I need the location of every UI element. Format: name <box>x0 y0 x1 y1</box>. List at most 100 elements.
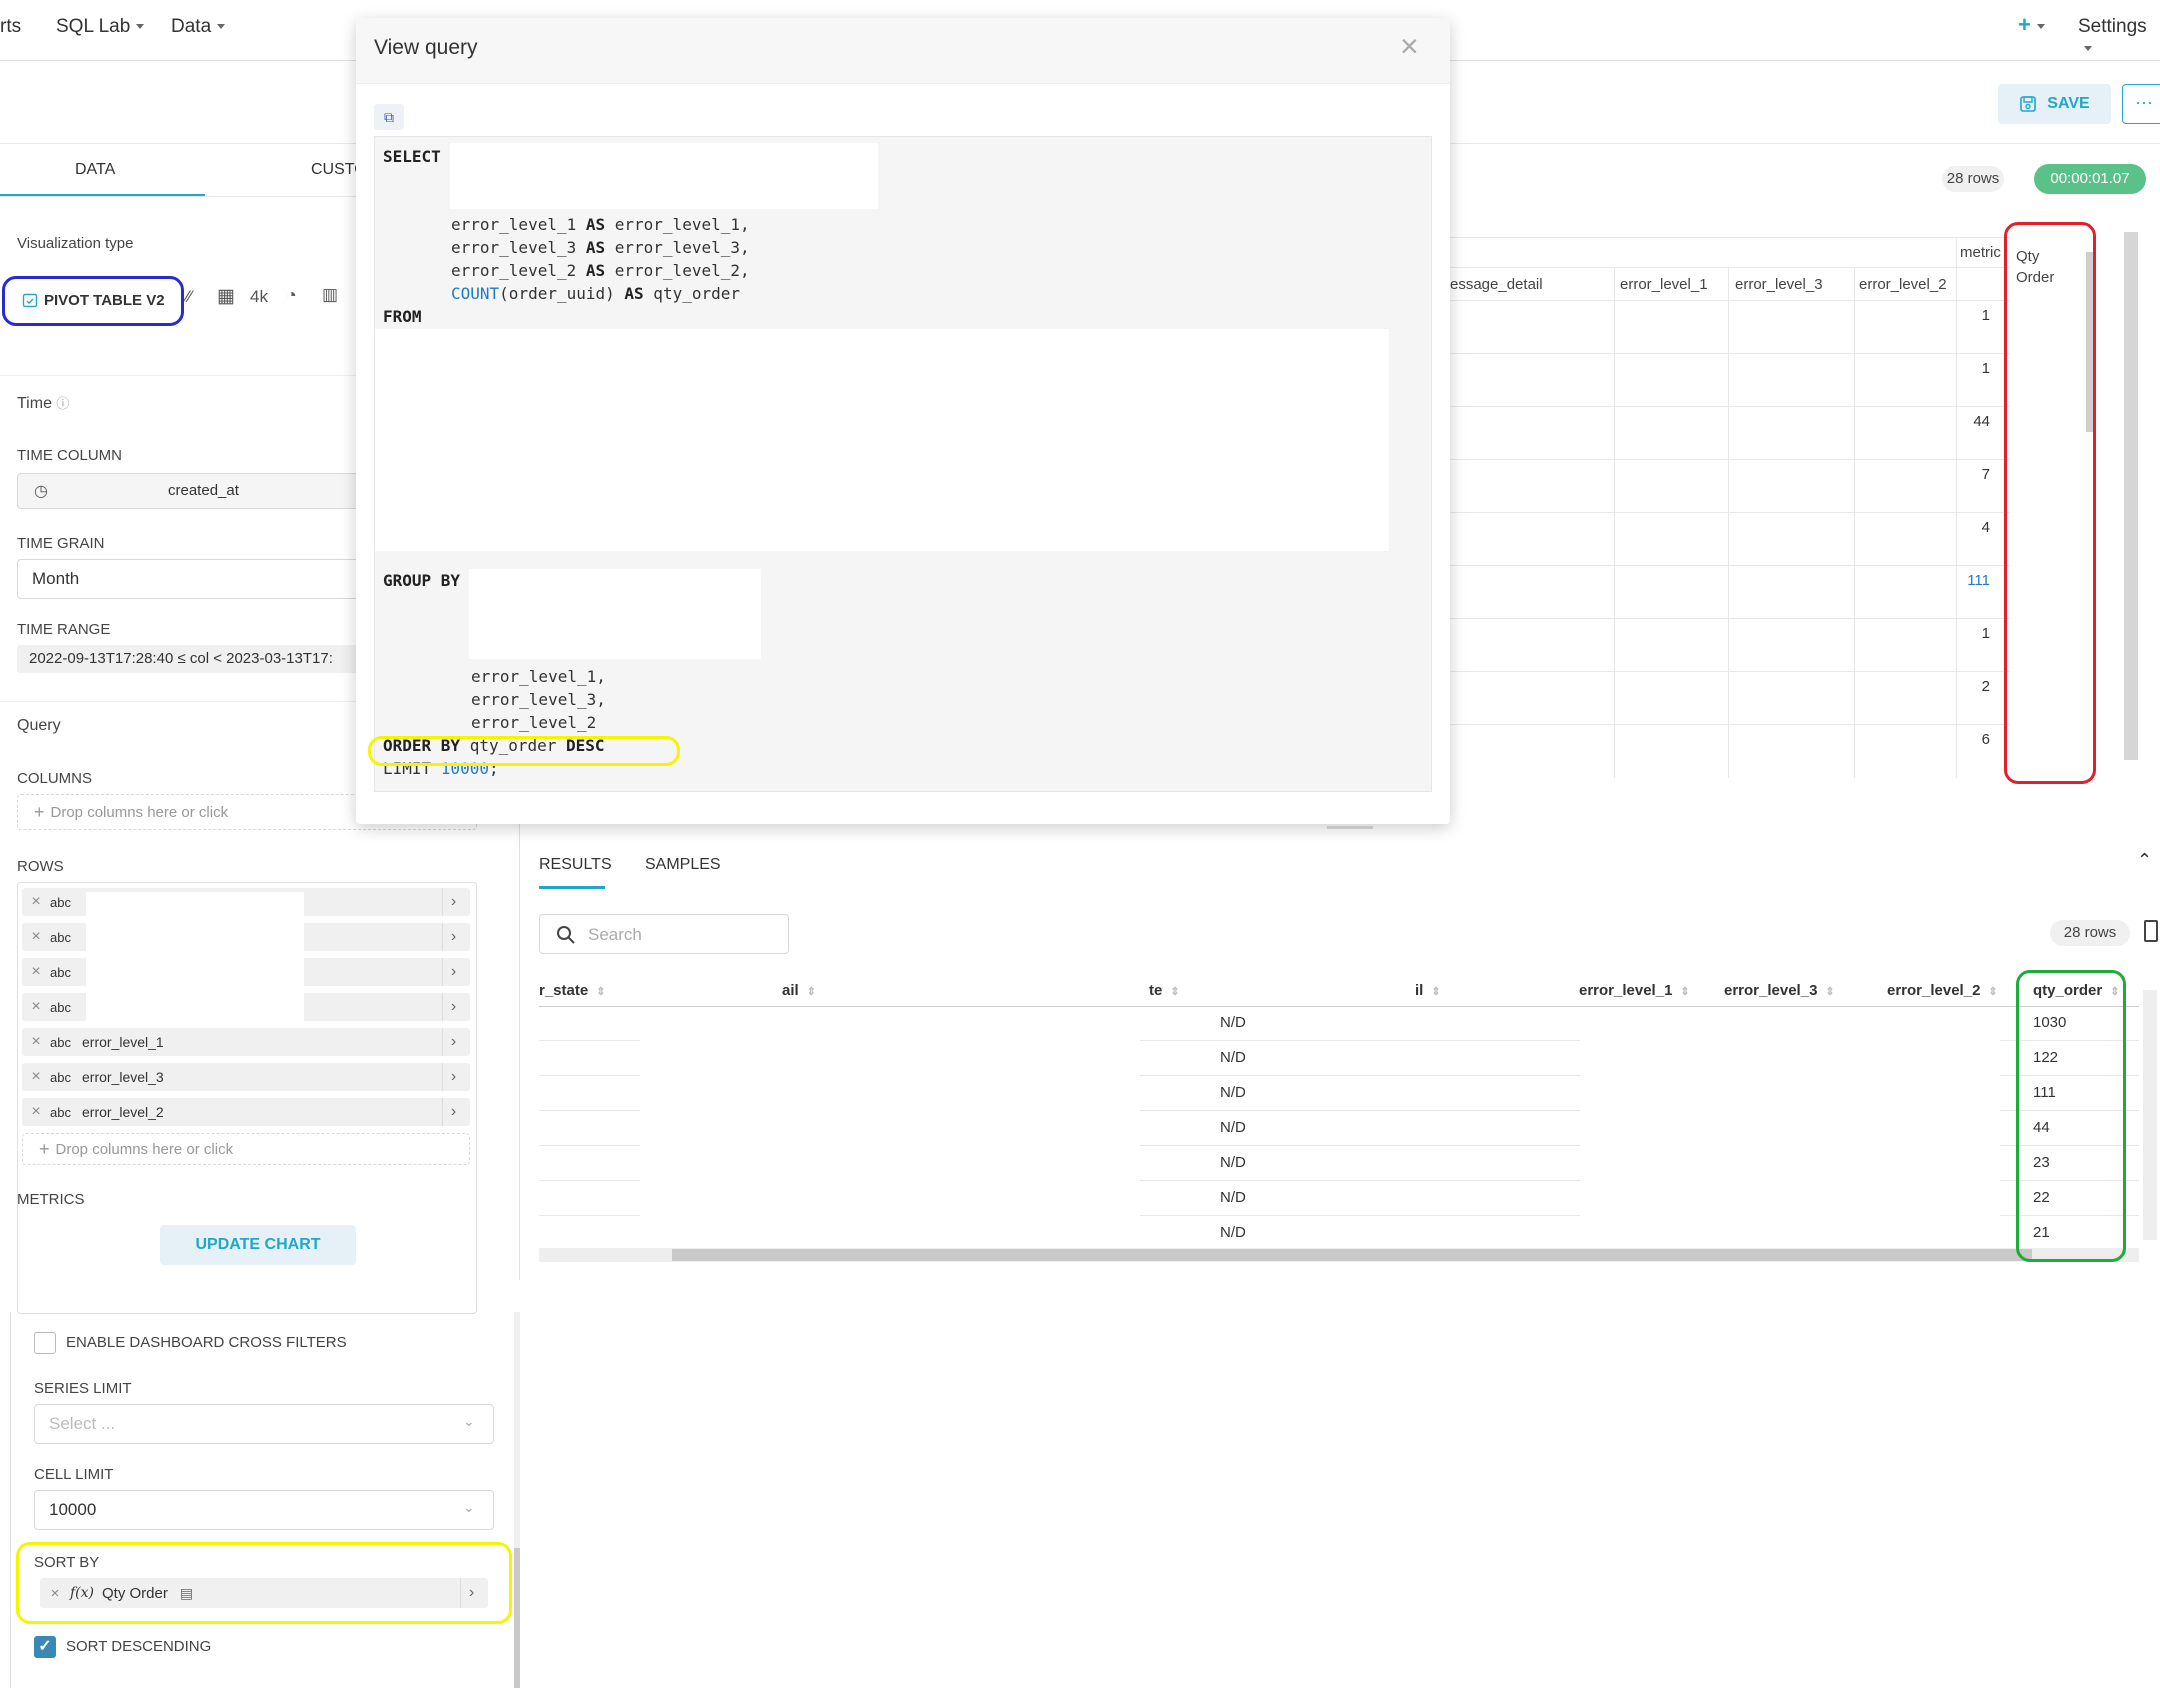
redaction-mask <box>469 569 761 659</box>
results-rows-badge: 28 rows <box>2050 920 2130 946</box>
sql-token: (order_uuid) <box>499 284 625 303</box>
update-chart-button[interactable]: UPDATE CHART <box>160 1225 356 1265</box>
chevron-right-icon[interactable]: › <box>442 1028 464 1056</box>
sql-token: AS <box>624 284 644 303</box>
row-line <box>1450 512 2010 513</box>
close-icon[interactable]: × <box>22 963 50 981</box>
save-icon <box>2020 96 2037 112</box>
panel-scrollbar-thumb[interactable] <box>514 1548 520 1688</box>
nav-data[interactable]: Data <box>171 16 226 38</box>
results-scrollbar-vertical[interactable] <box>2143 990 2157 1240</box>
results-col-label: il <box>1415 982 1424 999</box>
results-cell: N/D <box>1220 1049 1246 1066</box>
results-col-header[interactable]: ail ⇕ <box>782 982 816 999</box>
table-icon[interactable]: ▦ <box>217 285 235 308</box>
close-icon[interactable]: × <box>22 893 50 911</box>
row-item[interactable]: × abc error_level_1 › <box>22 1028 470 1056</box>
close-icon[interactable]: × <box>22 1103 50 1121</box>
search-placeholder: Search <box>588 925 642 944</box>
tab-results[interactable]: RESULTS <box>539 856 612 874</box>
big-number-icon[interactable]: 4k <box>250 287 268 307</box>
results-tab-indicator <box>539 886 605 889</box>
settings-menu[interactable]: Settings <box>2078 16 2160 60</box>
sql-select: SELECT <box>383 147 441 166</box>
rows-dropzone[interactable]: + Drop columns here or click <box>22 1133 470 1165</box>
table-header-line <box>1450 267 2010 268</box>
collapse-icon[interactable]: ⌃ <box>2137 850 2152 871</box>
results-col-label: te <box>1149 982 1163 999</box>
pie-chart-icon[interactable]: ◔ <box>286 285 297 306</box>
viz-type-label: Visualization type <box>17 235 134 252</box>
query-section-label: Query <box>17 717 61 734</box>
sql-token: AS <box>585 238 606 257</box>
annotation-yellow-sort-by <box>16 1542 512 1624</box>
results-col-header[interactable]: error_level_1 ⇕ <box>1579 982 1690 999</box>
chevron-down-icon: ⌄ <box>463 1499 475 1515</box>
redaction-mask <box>450 143 878 209</box>
tab-samples[interactable]: SAMPLES <box>645 856 721 874</box>
chevron-right-icon[interactable]: › <box>442 1063 464 1091</box>
results-col-header[interactable]: il ⇕ <box>1415 982 1441 999</box>
string-type-icon: abc <box>50 1104 71 1120</box>
qty-cell: 4 <box>1981 519 1990 536</box>
redaction-mask <box>1580 1008 2000 1248</box>
sort-descending-checkbox[interactable]: ✓ <box>34 1636 56 1658</box>
close-icon[interactable]: × <box>1400 30 1419 62</box>
save-button[interactable]: SAVE <box>1998 84 2111 124</box>
copy-icon[interactable] <box>2144 920 2158 942</box>
close-icon[interactable]: × <box>22 1033 50 1051</box>
results-cell: N/D <box>1220 1014 1246 1031</box>
results-col-header[interactable]: error_level_3 ⇕ <box>1724 982 1835 999</box>
copy-to-clipboard-icon[interactable]: ⧉ <box>374 104 404 130</box>
series-limit-select[interactable]: Select ... ⌄ <box>34 1404 494 1444</box>
line-chart-icon[interactable]: ⁄⁄ <box>186 287 192 307</box>
qty-cell: 1 <box>1981 307 1990 324</box>
nav-sql-lab[interactable]: SQL Lab <box>56 16 145 38</box>
sql-token: error_level_2 <box>451 261 586 280</box>
sql-token: qty_order <box>643 284 740 303</box>
qty-cell: 7 <box>1981 466 1990 483</box>
time-grain-label: TIME GRAIN <box>17 535 105 552</box>
row-line <box>1450 565 2010 566</box>
time-section-label[interactable]: Time ⓘ <box>17 393 69 413</box>
more-options-button[interactable]: ··· <box>2122 84 2160 124</box>
sql-line: error_level_3, <box>471 690 606 709</box>
chevron-right-icon[interactable]: › <box>442 993 464 1021</box>
chevron-right-icon[interactable]: › <box>442 958 464 986</box>
row-item[interactable]: × abc error_level_2 › <box>22 1098 470 1126</box>
bar-chart-icon[interactable]: ▥ <box>322 285 338 305</box>
chevron-right-icon[interactable]: › <box>442 923 464 951</box>
tab-data[interactable]: DATA <box>75 161 115 179</box>
rows-label: ROWS <box>17 858 64 875</box>
cell-limit-select[interactable]: 10000 ⌄ <box>34 1490 494 1530</box>
nav-charts[interactable]: rts <box>0 16 21 38</box>
string-type-icon: abc <box>50 929 71 945</box>
results-col-header[interactable]: error_level_2 ⇕ <box>1887 982 1998 999</box>
time-range-label: TIME RANGE <box>17 621 111 638</box>
scrollbar-vertical[interactable] <box>2124 232 2138 760</box>
string-type-icon: abc <box>50 1034 71 1050</box>
chevron-right-icon[interactable]: › <box>442 1098 464 1126</box>
close-icon[interactable]: × <box>22 1068 50 1086</box>
string-type-icon: abc <box>50 999 71 1015</box>
results-scrollbar-thumb[interactable] <box>672 1249 2032 1261</box>
series-limit-label: SERIES LIMIT <box>34 1380 132 1397</box>
search-input[interactable]: Search <box>539 914 789 954</box>
view-query-modal: View query × ⧉ SELECT error_level_1 AS e… <box>356 18 1450 824</box>
sort-icon: ⇕ <box>806 986 816 998</box>
row-line <box>1450 724 2010 725</box>
results-col-header[interactable]: r_state ⇕ <box>539 982 605 999</box>
sql-line: error_level_2 AS error_level_2, <box>451 261 750 280</box>
close-icon[interactable]: × <box>22 928 50 946</box>
sql-line: error_level_1 AS error_level_1, <box>451 215 750 234</box>
drag-handle[interactable] <box>1327 826 1373 829</box>
close-icon[interactable]: × <box>22 998 50 1016</box>
row-item[interactable]: × abc error_level_3 › <box>22 1063 470 1091</box>
results-col-header[interactable]: te ⇕ <box>1149 982 1180 999</box>
chevron-right-icon[interactable]: › <box>442 888 464 916</box>
sql-token: error_level_2, <box>605 261 750 280</box>
cross-filters-checkbox[interactable] <box>34 1332 56 1354</box>
new-menu[interactable]: + <box>2018 12 2045 38</box>
sql-token: AS <box>585 261 606 280</box>
table-header-line <box>1450 300 2010 301</box>
